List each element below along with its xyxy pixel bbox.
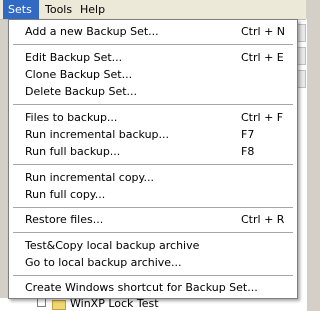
menu-item-run-full-backup[interactable]: Run full backup... F8 bbox=[11, 143, 295, 161]
menu-item-shortcut: Ctrl + F bbox=[241, 111, 284, 124]
menu-item-shortcut: Ctrl + E bbox=[241, 51, 284, 64]
menu-item-create-shortcut[interactable]: Create Windows shortcut for Backup Set..… bbox=[11, 279, 295, 297]
menu-item-label: Edit Backup Set... bbox=[25, 51, 123, 64]
tree-expander-icon[interactable] bbox=[37, 298, 46, 307]
menu-separator bbox=[13, 275, 293, 276]
menu-item-label: Restore files... bbox=[25, 213, 104, 226]
menu-item-shortcut: Ctrl + R bbox=[241, 213, 285, 226]
menu-tools[interactable]: Tools bbox=[40, 0, 74, 19]
menu-item-label: Test&Copy local backup archive bbox=[25, 239, 200, 252]
menu-item-label: Create Windows shortcut for Backup Set..… bbox=[25, 281, 258, 294]
menu-item-run-full-copy[interactable]: Run full copy... bbox=[11, 186, 295, 204]
menu-item-restore-files[interactable]: Restore files... Ctrl + R bbox=[11, 211, 295, 229]
menu-item-label: Add a new Backup Set... bbox=[25, 25, 159, 38]
menu-item-label: Run full backup... bbox=[25, 145, 121, 158]
menu-item-shortcut: Ctrl + N bbox=[241, 25, 286, 38]
menu-item-add-backup-set[interactable]: Add a new Backup Set... Ctrl + N bbox=[11, 23, 295, 41]
menu-item-label: Delete Backup Set... bbox=[25, 85, 138, 98]
sets-dropdown-menu: Add a new Backup Set... Ctrl + N Edit Ba… bbox=[8, 19, 298, 299]
menu-item-edit-backup-set[interactable]: Edit Backup Set... Ctrl + E bbox=[11, 49, 295, 67]
menu-item-label: Go to local backup archive... bbox=[25, 256, 182, 269]
menu-item-go-to-archive[interactable]: Go to local backup archive... bbox=[11, 254, 295, 272]
menu-item-files-to-backup[interactable]: Files to backup... Ctrl + F bbox=[11, 109, 295, 127]
menu-item-shortcut: F8 bbox=[241, 145, 255, 158]
menu-item-run-incremental-backup[interactable]: Run incremental backup... F7 bbox=[11, 126, 295, 144]
menu-item-label: Run incremental backup... bbox=[25, 128, 170, 141]
menu-separator bbox=[13, 232, 293, 233]
menu-item-label: Clone Backup Set... bbox=[25, 68, 133, 81]
menu-item-shortcut: F7 bbox=[241, 128, 255, 141]
menu-help[interactable]: Help bbox=[75, 0, 107, 19]
menu-separator bbox=[13, 104, 293, 105]
menu-separator bbox=[13, 44, 293, 45]
menu-item-label: Files to backup... bbox=[25, 111, 118, 124]
menu-separator bbox=[13, 164, 293, 165]
menu-item-run-incremental-copy[interactable]: Run incremental copy... bbox=[11, 169, 295, 187]
menu-separator bbox=[13, 207, 293, 208]
menu-item-delete-backup-set[interactable]: Delete Backup Set... bbox=[11, 83, 295, 101]
menu-item-label: Run incremental copy... bbox=[25, 171, 154, 184]
menu-bar: Sets Tools Help bbox=[0, 0, 306, 20]
menu-item-label: Run full copy... bbox=[25, 188, 106, 201]
menu-item-test-copy-archive[interactable]: Test&Copy local backup archive bbox=[11, 237, 295, 255]
menu-item-clone-backup-set[interactable]: Clone Backup Set... bbox=[11, 66, 295, 84]
menu-sets[interactable]: Sets bbox=[3, 0, 39, 19]
folder-icon bbox=[52, 300, 66, 310]
